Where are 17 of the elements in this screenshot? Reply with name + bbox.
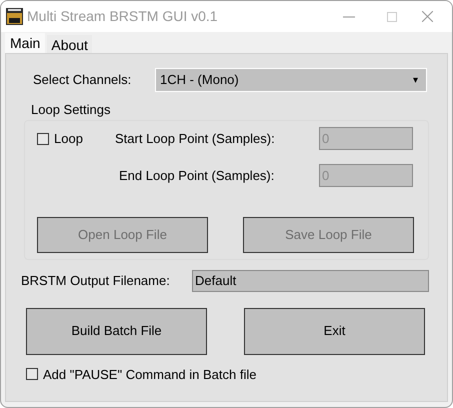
maximize-icon[interactable]: [387, 12, 397, 22]
close-icon[interactable]: [422, 11, 433, 22]
channels-label: Select Channels:: [33, 71, 132, 90]
window-title: Multi Stream BRSTM GUI v0.1: [27, 7, 218, 26]
channels-dropdown[interactable]: 1CH - (Mono) ▾: [155, 68, 427, 92]
loop-checkbox[interactable]: Loop: [37, 128, 115, 148]
tab[interactable]: Main: [5, 33, 46, 53]
start-loop-label: Start Loop Point (Samples):: [115, 130, 276, 148]
output-filename-field[interactable]: Default: [192, 270, 429, 292]
group-title: Loop Settings: [31, 101, 112, 119]
button[interactable]: Build Batch File: [26, 308, 207, 354]
output-filename-label: BRSTM Output Filename:: [21, 272, 171, 290]
pause-checkbox[interactable]: Add "PAUSE" Command in Batch file: [26, 364, 256, 384]
button[interactable]: Exit: [244, 308, 425, 354]
app-icon: [6, 8, 23, 25]
tab[interactable]: About: [47, 35, 92, 53]
end-loop-label: End Loop Point (Samples):: [119, 166, 276, 185]
